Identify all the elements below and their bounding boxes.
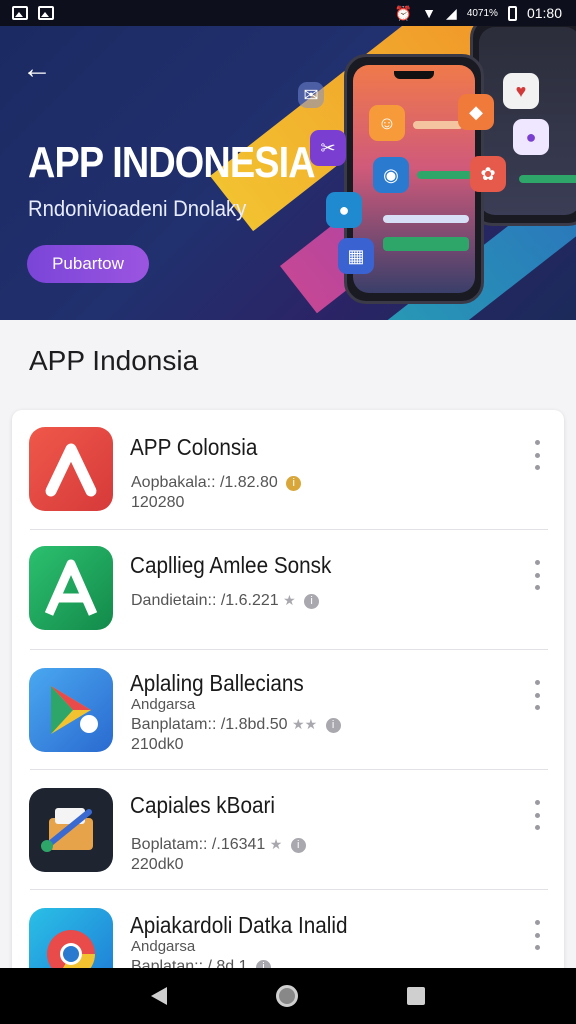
app-size: 220dk0 (131, 856, 184, 873)
app-tile-icon: ● (513, 119, 549, 155)
more-options-icon[interactable] (530, 800, 544, 830)
gallery-notification-icon (12, 6, 28, 20)
app-icon (29, 788, 113, 872)
nav-recents-icon[interactable] (407, 987, 426, 1005)
star-icon: ★ (269, 836, 283, 852)
a-logo-icon (44, 559, 98, 616)
play-logo-icon (51, 686, 98, 734)
hero-banner: ♥ ● ☺ ◉ ✂ ● ▦ ◆ ✿ ✉ ← APP INDONESIA Rndo… (0, 26, 576, 320)
more-options-icon[interactable] (530, 560, 544, 590)
list-item[interactable]: Capllieg Amlee Sonsk Dandietain:: /1.6.2… (12, 530, 564, 650)
app-publisher: Andgarsa (131, 696, 196, 713)
signal-icon: ◢ (446, 4, 457, 21)
section-title: APP Indonsia (29, 345, 199, 376)
more-options-icon[interactable] (530, 920, 544, 950)
status-bar: ⏰ ▼ ◢ 4071% 01:80 (0, 0, 576, 26)
star-icon: ★ (283, 592, 296, 608)
app-name: Capllieg Amlee Sonsk (130, 552, 332, 578)
app-tile-icon: ☺ (369, 105, 405, 141)
battery-icon (507, 5, 517, 21)
a-logo-icon (45, 443, 97, 497)
app-meta: Banplatam:: /1.8bd.50 ★★ i (131, 716, 341, 734)
app-meta: Dandietain:: /1.6.221 ★ i (131, 592, 320, 610)
list-item[interactable]: Aplaling Ballecians Andgarsa Banplatam::… (12, 650, 564, 770)
list-item[interactable]: Capiales kBoari Boplatam:: /.16341 ★ i 2… (12, 770, 564, 890)
star-rating-icon: ★★ (292, 716, 318, 732)
hero-subtitle: Rndonivioadeni Dnolaky (28, 196, 247, 221)
app-icon (29, 427, 113, 511)
app-size: 120280 (131, 494, 185, 511)
more-options-icon[interactable] (530, 680, 544, 710)
wifi-icon: ▼ (422, 5, 437, 21)
app-meta: Boplatam:: /.16341 ★ i (131, 836, 306, 854)
system-navigation-bar (0, 968, 576, 1024)
floating-app-icon: ✉ (298, 82, 324, 108)
floating-app-icon: ◆ (458, 94, 494, 130)
app-icon (29, 546, 113, 630)
toolbox-icon (41, 808, 93, 852)
floating-app-icon: ✿ (470, 156, 506, 192)
app-icon (29, 668, 113, 752)
info-icon: i (286, 476, 302, 491)
image-notification-icon (38, 6, 54, 20)
app-size: 210dk0 (131, 736, 184, 753)
floating-app-icon: ● (326, 192, 362, 228)
status-left (12, 6, 54, 20)
clock: 01:80 (526, 5, 562, 21)
info-icon: i (304, 594, 320, 609)
nav-home-icon[interactable] (275, 985, 298, 1007)
app-list: APP Colonsia Aopbakala:: /1.82.80 i 1202… (12, 410, 564, 1010)
alarm-icon: ⏰ (394, 4, 413, 21)
app-tile-icon: ◉ (373, 157, 409, 193)
info-icon: i (325, 718, 341, 733)
app-tile-icon: ♥ (503, 73, 539, 109)
hero-action-button[interactable]: Pubartow (27, 245, 149, 283)
app-name: APP Colonsia (130, 434, 258, 460)
status-right: ⏰ ▼ ◢ 4071% 01:80 (395, 5, 562, 22)
app-name: Apiakardoli Datka Inalid (130, 912, 348, 938)
app-meta: Aopbakala:: /1.82.80 i (131, 474, 302, 492)
hero-title: APP INDONESIA (28, 138, 316, 187)
floating-app-icon: ▦ (338, 238, 374, 274)
app-name: Capiales kBoari (130, 792, 275, 818)
app-name: Aplaling Ballecians (130, 670, 304, 696)
more-options-icon[interactable] (530, 440, 544, 470)
nav-back-icon[interactable] (150, 987, 167, 1005)
list-item[interactable]: APP Colonsia Aopbakala:: /1.82.80 i 1202… (12, 410, 564, 530)
floating-app-icon: ✂ (310, 130, 346, 166)
app-publisher: Andgarsa (131, 938, 196, 955)
info-icon: i (290, 838, 306, 853)
back-arrow-icon[interactable]: ← (22, 54, 62, 84)
network-label: 4071% (466, 7, 498, 19)
